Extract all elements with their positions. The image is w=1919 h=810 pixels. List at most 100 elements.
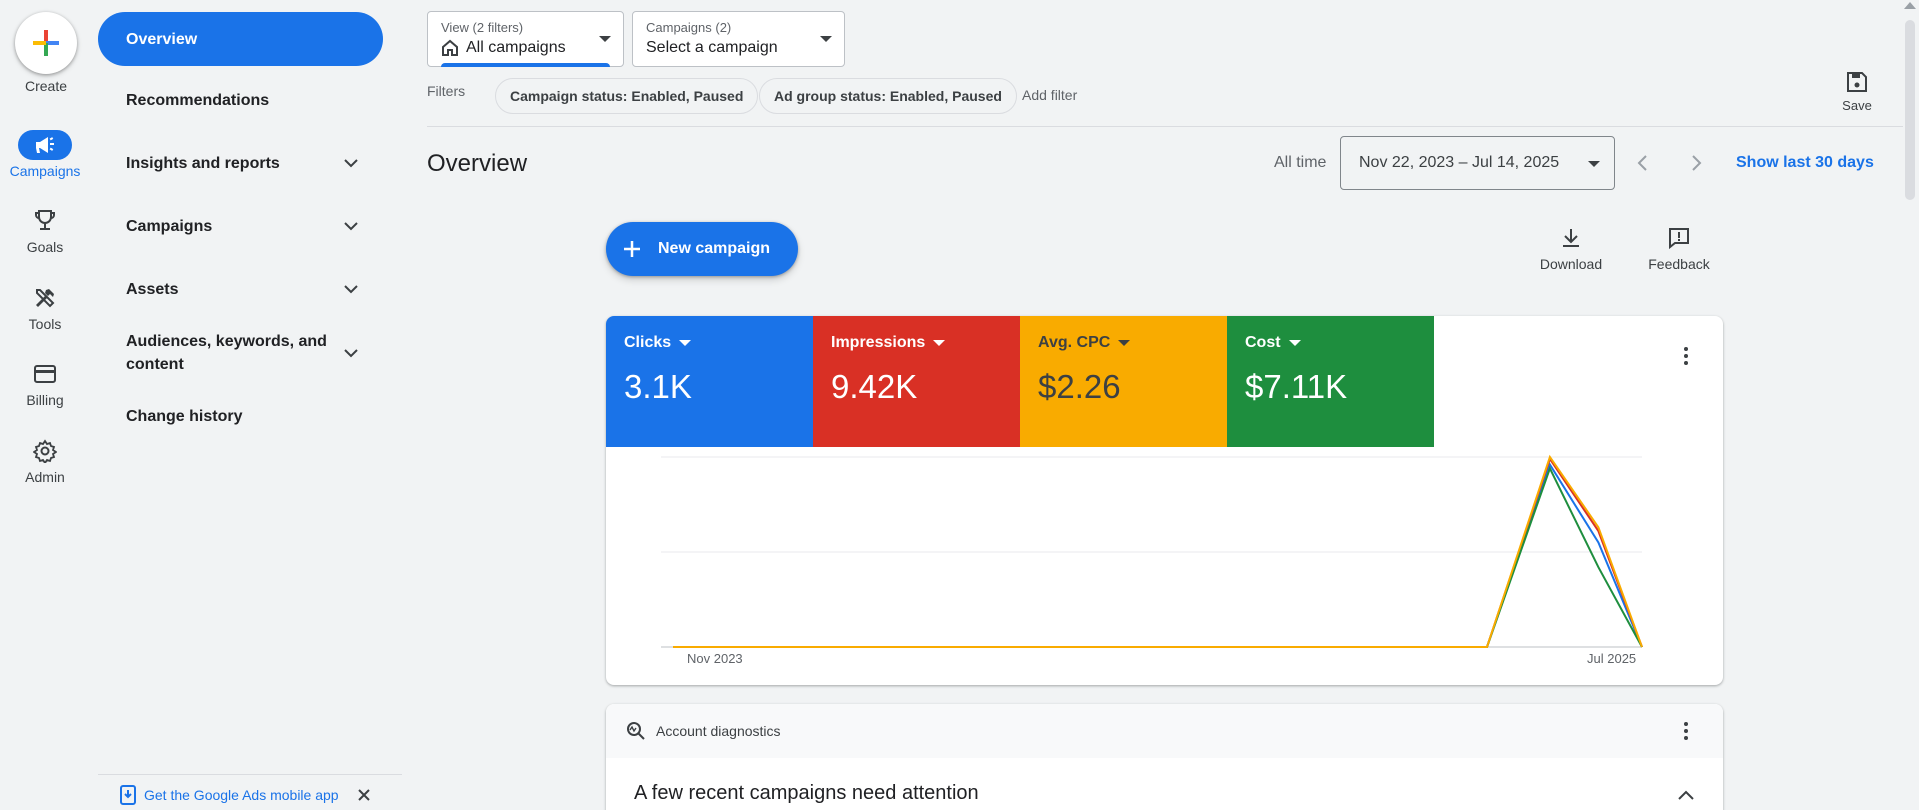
tools-icon	[18, 283, 72, 313]
feedback-icon	[1669, 228, 1689, 250]
view-selector-value: All campaigns	[441, 39, 566, 57]
diagnostics-message: A few recent campaigns need attention	[634, 782, 979, 804]
nav-item-change-history[interactable]: Change history	[98, 389, 383, 443]
scrollbar-thumb[interactable]	[1905, 20, 1915, 200]
phone-download-icon	[120, 784, 136, 805]
dropdown-arrow-icon	[1288, 340, 1301, 346]
divider	[427, 126, 1903, 127]
rail-label-tools: Tools	[28, 316, 62, 332]
nav-panel: Overview Recommendations Insights and re…	[98, 0, 402, 810]
performance-card: Clicks 3.1K Impressions 9.42K Avg. CPC $…	[606, 316, 1723, 685]
page-title: Overview	[427, 150, 528, 177]
campaign-selector[interactable]: Campaigns (2) Select a campaign	[632, 11, 845, 67]
create-button[interactable]	[15, 12, 77, 74]
chevron-right-icon[interactable]	[1683, 150, 1709, 176]
trophy-icon	[18, 206, 72, 236]
x-axis-start-label: Nov 2023	[687, 651, 743, 666]
nav-item-label: Recommendations	[126, 91, 270, 109]
nav-item-overview[interactable]: Overview	[98, 12, 383, 66]
rail-label-campaigns: Campaigns	[9, 163, 81, 179]
save-icon	[1847, 72, 1867, 92]
dropdown-arrow-icon	[1588, 161, 1600, 167]
dropdown-arrow-icon	[933, 340, 946, 346]
active-indicator	[441, 63, 610, 67]
metric-value: 3.1K	[624, 368, 692, 405]
download-button[interactable]: Download	[1532, 226, 1610, 272]
new-campaign-button[interactable]: New campaign	[606, 222, 798, 276]
chevron-down-icon	[344, 222, 358, 231]
dropdown-arrow-icon	[599, 36, 611, 42]
date-range-picker[interactable]: Nov 22, 2023 – Jul 14, 2025	[1340, 136, 1615, 190]
chevron-left-icon[interactable]	[1630, 150, 1656, 176]
diagnostics-title: Account diagnostics	[656, 723, 781, 739]
chevron-down-icon	[344, 349, 358, 358]
more-options-icon[interactable]	[1674, 344, 1698, 368]
nav-item-assets[interactable]: Assets	[98, 262, 383, 316]
rail-item-campaigns[interactable]: Campaigns	[0, 130, 90, 179]
nav-item-recommendations[interactable]: Recommendations	[98, 73, 383, 127]
campaign-selector-caption: Campaigns (2)	[646, 20, 732, 35]
dropdown-arrow-icon	[1118, 340, 1131, 346]
metric-name: Avg. CPC	[1038, 334, 1111, 351]
show-last-30-days-link[interactable]: Show last 30 days	[1736, 154, 1874, 172]
plus-icon	[624, 241, 640, 257]
line-chart	[661, 454, 1643, 648]
metric-value: $7.11K	[1245, 368, 1348, 405]
account-diagnostics-card: Account diagnostics A few recent campaig…	[606, 704, 1723, 810]
campaign-selector-value: Select a campaign	[646, 39, 778, 56]
rail-item-admin[interactable]: Admin	[0, 436, 90, 485]
create-label: Create	[24, 78, 68, 94]
megaphone-icon	[18, 130, 72, 160]
metric-tile-cost[interactable]: Cost $7.11K	[1227, 316, 1434, 447]
save-label: Save	[1842, 98, 1872, 113]
nav-item-label: Overview	[126, 30, 198, 48]
add-filter-button[interactable]: Add filter	[1022, 87, 1077, 103]
view-selector[interactable]: View (2 filters) All campaigns	[427, 11, 624, 67]
filter-chip-label: Ad group status: Enabled, Paused	[774, 88, 1002, 104]
nav-item-label: Change history	[126, 407, 243, 425]
close-icon[interactable]	[357, 788, 371, 802]
dropdown-arrow-icon	[679, 340, 692, 346]
metric-tile-impressions[interactable]: Impressions 9.42K	[813, 316, 1020, 447]
nav-item-campaigns[interactable]: Campaigns	[98, 199, 383, 253]
nav-item-label: Campaigns	[126, 217, 213, 235]
filter-chip-label: Campaign status: Enabled, Paused	[510, 88, 744, 104]
diagnostics-header: Account diagnostics	[606, 704, 1723, 758]
dropdown-arrow-icon	[820, 36, 832, 42]
rail-item-tools[interactable]: Tools	[0, 283, 90, 332]
metric-tile-avg-cpc[interactable]: Avg. CPC $2.26	[1020, 316, 1227, 447]
chevron-down-icon	[344, 159, 358, 168]
nav-item-audiences[interactable]: Audiences, keywords, and content	[98, 326, 383, 380]
metric-value: 9.42K	[831, 368, 918, 405]
download-icon	[1563, 229, 1579, 247]
filter-chip-campaign-status[interactable]: Campaign status: Enabled, Paused	[495, 78, 759, 114]
diagnostics-search-icon	[627, 722, 645, 740]
rail-label-goals: Goals	[26, 239, 64, 255]
feedback-button[interactable]: Feedback	[1640, 226, 1718, 272]
chevron-up-icon[interactable]	[1674, 784, 1698, 808]
nav-item-label: Audiences, keywords, and content	[126, 333, 327, 373]
nav-item-insights[interactable]: Insights and reports	[98, 136, 383, 190]
view-selector-text: All campaigns	[466, 39, 566, 56]
x-axis-end-label: Jul 2025	[1587, 651, 1637, 666]
metric-tile-clicks[interactable]: Clicks 3.1K	[606, 316, 813, 447]
chevron-down-icon	[344, 285, 358, 294]
rail-item-goals[interactable]: Goals	[0, 206, 90, 255]
rail-item-billing[interactable]: Billing	[0, 359, 90, 408]
mobile-app-link[interactable]: Get the Google Ads mobile app	[144, 787, 339, 803]
filter-chip-ad-group-status[interactable]: Ad group status: Enabled, Paused	[759, 78, 1017, 114]
view-selector-caption: View (2 filters)	[441, 20, 524, 35]
date-range-label: All time	[1274, 154, 1327, 171]
nav-item-label: Assets	[126, 280, 179, 298]
save-button[interactable]: Save	[1832, 70, 1882, 113]
metric-name: Impressions	[831, 334, 926, 351]
metric-name: Clicks	[624, 334, 672, 351]
metric-name: Cost	[1245, 334, 1281, 351]
rail-label-billing: Billing	[26, 392, 64, 408]
nav-item-label: Insights and reports	[126, 154, 280, 172]
scroll-up-arrow[interactable]	[1904, 2, 1916, 9]
left-rail: Create Campaigns Goals Tools Billing Adm…	[0, 0, 90, 810]
rail-label-admin: Admin	[25, 469, 65, 485]
more-options-icon[interactable]	[1674, 719, 1698, 743]
download-label: Download	[1539, 256, 1603, 272]
